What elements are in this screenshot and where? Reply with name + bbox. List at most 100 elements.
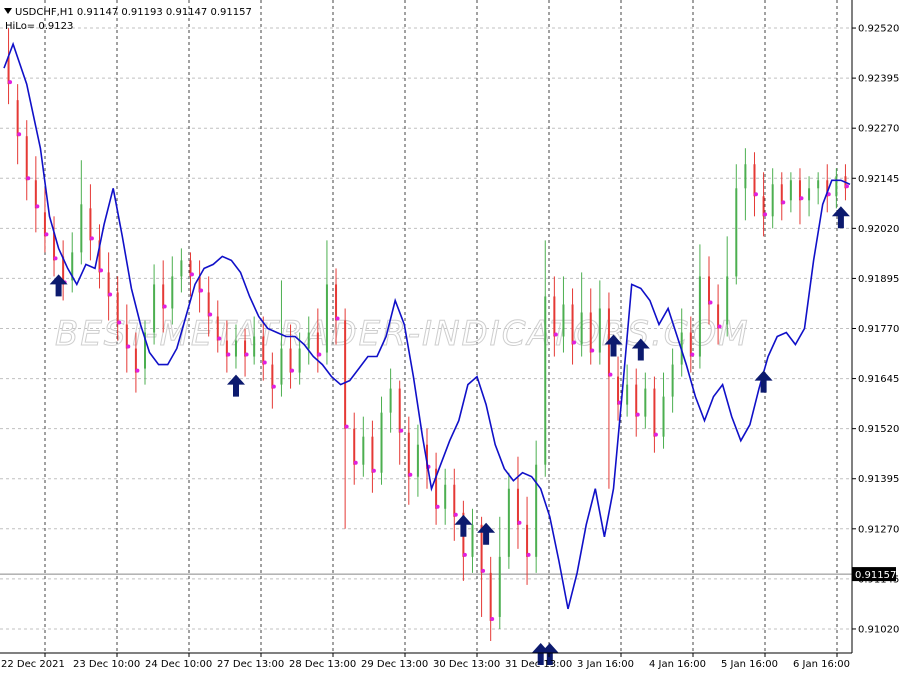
candle-body xyxy=(535,464,538,557)
candle-body xyxy=(453,484,456,517)
time-tick-label: 23 Dec 10:00 xyxy=(73,659,140,670)
price-tick-label: 0.91645 xyxy=(858,374,899,385)
signal-dot xyxy=(844,184,849,189)
candle-body xyxy=(7,56,10,85)
signal-dot xyxy=(763,212,768,217)
candle-body xyxy=(416,444,419,477)
signal-dot xyxy=(271,384,276,389)
signal-dot xyxy=(8,80,13,85)
candle-body xyxy=(25,136,28,181)
candle-body xyxy=(808,188,811,201)
signal-dot xyxy=(217,336,222,341)
candle-body xyxy=(489,572,492,621)
signal-dot xyxy=(135,368,140,373)
price-chart[interactable]: BEST-METATRADER-INDICATORS.COM 0.925200.… xyxy=(0,0,900,675)
candle-body xyxy=(789,180,792,201)
candle-body xyxy=(835,176,838,197)
price-tick-label: 0.92145 xyxy=(858,174,899,185)
candle-body xyxy=(34,180,37,209)
time-tick-label: 22 Dec 2021 xyxy=(1,659,65,670)
signal-dot xyxy=(399,428,404,433)
signal-dot xyxy=(126,344,131,349)
signal-dot xyxy=(690,352,695,357)
signal-dot xyxy=(17,132,22,137)
signal-dot xyxy=(608,372,613,377)
candle-body xyxy=(335,284,338,321)
signal-dot xyxy=(208,312,213,317)
signal-dot xyxy=(517,520,522,525)
price-tick-label: 0.91895 xyxy=(858,274,899,285)
candle-body xyxy=(598,308,601,353)
signal-dot xyxy=(408,472,413,477)
signal-dot xyxy=(781,200,786,205)
price-tick-label: 0.91520 xyxy=(858,424,899,435)
candle-body xyxy=(371,436,374,473)
candle-body xyxy=(344,320,347,429)
signal-dot xyxy=(290,368,295,373)
candle-body xyxy=(726,276,729,325)
candle-body xyxy=(662,396,665,437)
candle-body xyxy=(234,340,237,357)
current-price-label: 0.91157 xyxy=(855,570,896,581)
candle-body xyxy=(389,388,392,413)
time-tick-label: 30 Dec 13:00 xyxy=(433,659,500,670)
candle-body xyxy=(471,524,474,557)
candle-body xyxy=(735,188,738,277)
price-tick-label: 0.91020 xyxy=(858,624,899,635)
candle-body xyxy=(617,376,620,405)
signal-dot xyxy=(117,320,122,325)
signal-dot xyxy=(99,268,104,273)
price-tick-label: 0.92270 xyxy=(858,124,899,135)
signal-dot xyxy=(244,352,249,357)
candle-body xyxy=(89,208,92,241)
signal-dot xyxy=(753,192,758,197)
candle-body xyxy=(407,432,410,477)
signal-dot xyxy=(317,352,322,357)
candle-body xyxy=(626,384,629,405)
candle-body xyxy=(507,488,510,557)
signal-dot xyxy=(108,292,113,297)
signal-dot xyxy=(572,340,577,345)
candle-body xyxy=(262,336,265,365)
time-tick-label: 5 Jan 16:00 xyxy=(721,659,778,670)
signal-dot xyxy=(717,324,722,329)
price-tick-label: 0.91270 xyxy=(858,524,899,535)
candle-body xyxy=(753,164,756,197)
candle-body xyxy=(180,260,183,277)
signal-dot xyxy=(553,332,558,337)
chart-window[interactable]: BEST-METATRADER-INDICATORS.COM 0.92520 0.… xyxy=(0,0,900,675)
candle-body xyxy=(325,284,328,353)
candle-body xyxy=(526,524,529,557)
candle-body xyxy=(516,488,519,525)
signal-dot xyxy=(89,236,94,241)
candle-body xyxy=(298,348,301,373)
signal-dot xyxy=(526,552,531,557)
candle-body xyxy=(253,336,256,357)
signal-dot xyxy=(189,272,194,277)
candle-body xyxy=(671,364,674,397)
candle-body xyxy=(653,388,656,437)
signal-dot xyxy=(26,176,31,181)
candle-body xyxy=(171,276,174,309)
symbol-info: USDCHF,H1 0.91147 0.91193 0.91147 0.9115… xyxy=(15,7,252,18)
candle-body xyxy=(380,412,383,473)
signal-dot xyxy=(335,316,340,321)
price-tick-label: 0.92020 xyxy=(858,224,899,235)
candle-body xyxy=(544,296,547,465)
time-tick-label: 28 Dec 13:00 xyxy=(289,659,356,670)
candle-body xyxy=(498,556,501,617)
candle-body xyxy=(644,388,647,417)
signal-dot xyxy=(462,552,467,557)
candle-body xyxy=(444,484,447,509)
signal-dot xyxy=(481,568,486,573)
time-tick-label: 29 Dec 13:00 xyxy=(361,659,428,670)
candle-body xyxy=(817,180,820,189)
signal-dot xyxy=(490,616,495,621)
signal-dot xyxy=(590,348,595,353)
signal-dot xyxy=(653,432,658,437)
time-tick-label: 6 Jan 16:00 xyxy=(793,659,850,670)
signal-dot xyxy=(344,424,349,429)
candle-body xyxy=(80,204,83,253)
candle-body xyxy=(571,304,574,345)
candle-body xyxy=(771,184,774,217)
